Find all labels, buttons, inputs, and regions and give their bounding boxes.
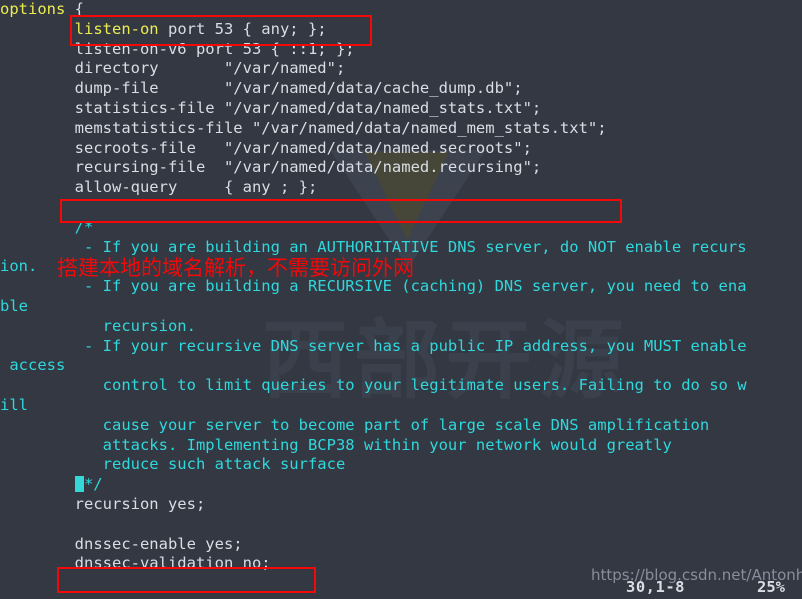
terminal-text: cause your server to become part of larg… [0, 415, 710, 434]
terminal-text: /* [0, 217, 94, 236]
terminal-line: attacks. Implementing BCP38 within your … [0, 436, 802, 456]
terminal-text: listen-on-v6 port 53 { ::1; }; [0, 39, 355, 58]
terminal-text: reduce such attack surface [0, 455, 346, 474]
terminal-text: ion. [0, 257, 38, 276]
terminal-text: control to limit queries to your legitim… [0, 376, 747, 395]
terminal-line: */ [0, 475, 802, 495]
terminal-line: recursion. [0, 317, 802, 337]
terminal-text: options [0, 0, 75, 18]
terminal-text: listen-on [74, 19, 159, 38]
terminal-text: attacks. Implementing BCP38 within your … [0, 435, 672, 454]
terminal-line: memstatistics-file "/var/named/data/name… [0, 119, 802, 139]
terminal-screen: 西部开源 options { listen-on port 53 { any; … [0, 0, 802, 599]
vim-ruler-percent: 25% [757, 578, 785, 596]
terminal-line: allow-query { any ; }; [0, 178, 802, 198]
terminal-text: directory "/var/named"; [0, 59, 346, 78]
terminal-text: dump-file "/var/named/data/cache_dump.db… [0, 79, 523, 98]
terminal-text: */ [83, 475, 103, 494]
terminal-text: access [0, 356, 66, 375]
terminal-line: recursing-file "/var/named/data/named.re… [0, 158, 802, 178]
terminal-line: - If your recursive DNS server has a pub… [0, 337, 802, 357]
terminal-text: memstatistics-file "/var/named/data/name… [0, 118, 607, 137]
terminal-line: ill [0, 396, 802, 416]
terminal-line: reduce such attack surface [0, 455, 802, 475]
terminal-line: control to limit queries to your legitim… [0, 376, 802, 396]
terminal-line: access [0, 356, 802, 376]
terminal-line: dnssec-enable yes; [0, 535, 802, 555]
terminal-text: statistics-file "/var/named/data/named_s… [0, 98, 542, 117]
terminal-text: recursion. [0, 316, 196, 335]
terminal-text: recursion yes; [0, 494, 206, 513]
terminal-text: port 53 { any; }; [158, 19, 327, 38]
terminal-line: statistics-file "/var/named/data/named_s… [0, 99, 802, 119]
terminal-line: listen-on port 53 { any; }; [0, 20, 802, 40]
terminal-line: cause your server to become part of larg… [0, 416, 802, 436]
terminal-line: /* [0, 218, 802, 238]
text-cursor [74, 476, 84, 493]
terminal-line: listen-on-v6 port 53 { ::1; }; [0, 40, 802, 60]
terminal-text: secroots-file "/var/named/data/named.sec… [0, 138, 532, 157]
terminal-line: ble [0, 297, 802, 317]
terminal-line: directory "/var/named"; [0, 59, 802, 79]
vim-ruler-position: 30,1-8 [626, 578, 685, 596]
terminal-text: - If your recursive DNS server has a pub… [0, 336, 747, 355]
terminal-line: options { [0, 0, 802, 20]
terminal-text: allow-query { any ; }; [0, 178, 318, 197]
terminal-text: ill [0, 395, 28, 414]
terminal-line: dump-file "/var/named/data/cache_dump.db… [0, 79, 802, 99]
terminal-text: dnssec-enable yes; [0, 534, 243, 553]
terminal-text-area[interactable]: options { listen-on port 53 { any; }; li… [0, 0, 802, 599]
terminal-text: ble [0, 296, 28, 315]
terminal-text: dnssec-validation no; [0, 554, 271, 573]
terminal-line: recursion yes; [0, 495, 802, 515]
terminal-text: { [74, 0, 84, 18]
chinese-annotation-text: 搭建本地的域名解析，不需要访问外网 [57, 256, 414, 280]
terminal-line: secroots-file "/var/named/data/named.sec… [0, 139, 802, 159]
terminal-text: recursing-file "/var/named/data/named.re… [0, 158, 542, 177]
